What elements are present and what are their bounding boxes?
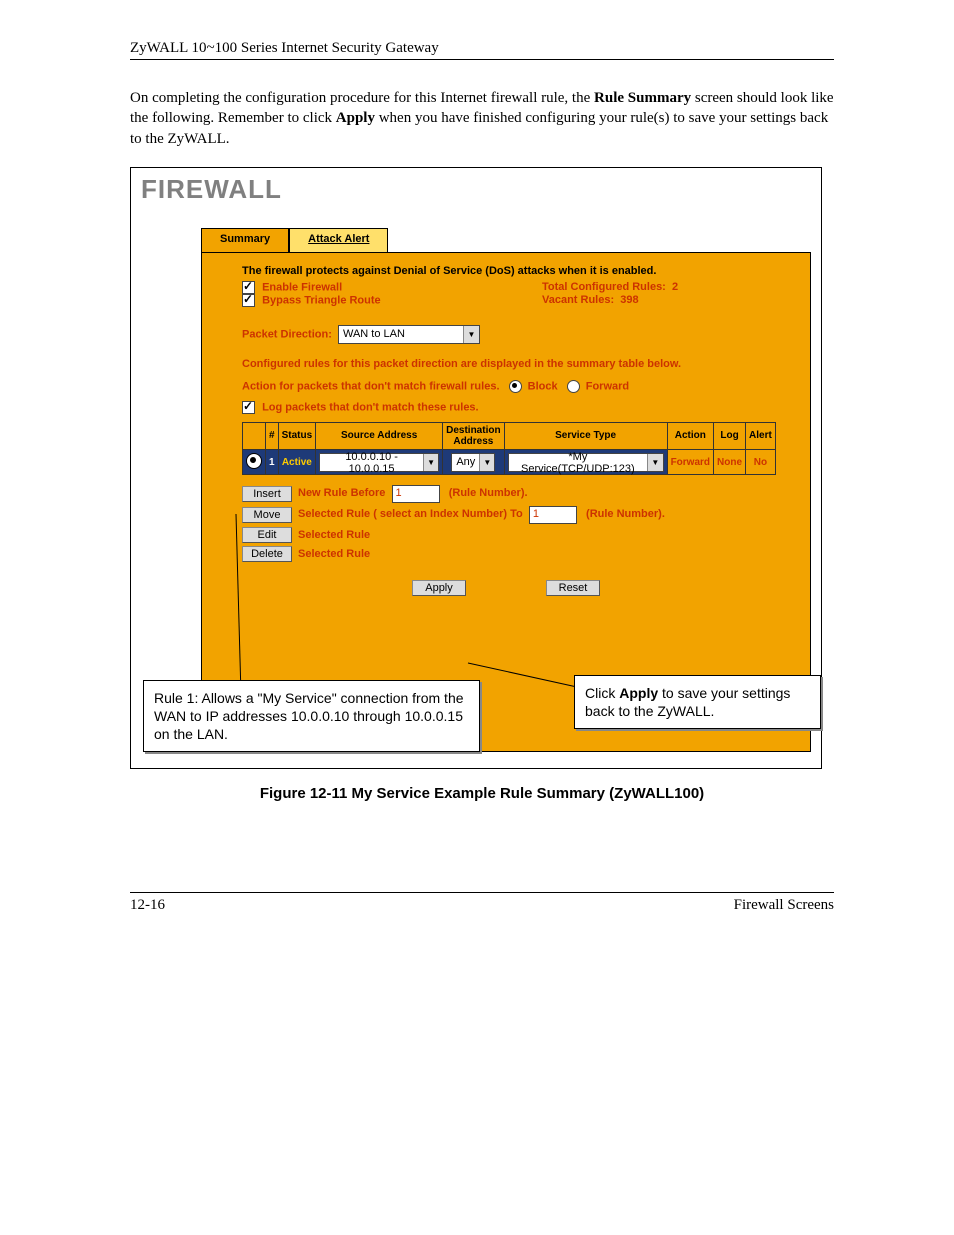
cell-action: Forward: [667, 449, 713, 475]
th-status: Status: [278, 422, 316, 449]
cell-status: Active: [278, 449, 316, 475]
radio-block-label: Block: [528, 380, 558, 392]
th-source: Source Address: [316, 422, 443, 449]
page-footer: 12-16 Firewall Screens: [130, 892, 834, 914]
chevron-down-icon: ▼: [647, 454, 662, 471]
move-rule-number-input[interactable]: 1: [529, 506, 577, 524]
rule-direction-text: Configured rules for this packet directi…: [242, 358, 770, 370]
tab-summary[interactable]: Summary: [201, 228, 289, 252]
insert-suffix: (Rule Number).: [449, 487, 528, 499]
footer-section: Firewall Screens: [734, 897, 834, 914]
bypass-triangle-label: Bypass Triangle Route: [262, 294, 381, 306]
running-head: ZyWALL 10~100 Series Internet Security G…: [130, 40, 834, 60]
radio-forward[interactable]: [567, 380, 580, 393]
radio-forward-label: Forward: [586, 380, 629, 392]
lead-b2: Apply: [336, 110, 375, 126]
cell-source: 10.0.0.10 - 10.0.0.15: [320, 451, 423, 475]
action-nomatch-label: Action for packets that don't match fire…: [242, 380, 500, 392]
radio-block[interactable]: [509, 380, 522, 393]
move-button[interactable]: Move: [242, 507, 292, 523]
packet-direction-select[interactable]: WAN to LAN ▼: [338, 325, 480, 344]
source-address-select[interactable]: 10.0.0.10 - 10.0.0.15 ▼: [319, 453, 439, 472]
callout-apply-b: Apply: [619, 685, 658, 701]
firewall-screenshot: FIREWALL Summary Attack Alert The firewa…: [130, 167, 822, 769]
cell-alert: No: [746, 449, 776, 475]
delete-label: Selected Rule: [298, 548, 770, 560]
page-number: 12-16: [130, 897, 165, 914]
callout-apply-a: Click: [585, 685, 619, 701]
table-row[interactable]: 1 Active 10.0.0.10 - 10.0.0.15 ▼ Any ▼: [243, 449, 776, 475]
edit-label: Selected Rule: [298, 529, 770, 541]
log-nomatch-label: Log packets that don't match these rules…: [262, 401, 479, 413]
log-nomatch-checkbox[interactable]: [242, 401, 255, 414]
service-type-select[interactable]: *My Service(TCP/UDP:123) ▼: [508, 453, 664, 472]
bypass-triangle-checkbox[interactable]: [242, 294, 255, 307]
lead-paragraph: On completing the configuration procedur…: [130, 88, 834, 149]
lead-t1: On completing the configuration procedur…: [130, 90, 594, 106]
th-number: #: [266, 422, 279, 449]
firewall-heading: FIREWALL: [141, 176, 282, 202]
enable-firewall-label: Enable Firewall: [262, 281, 342, 293]
th-log: Log: [714, 422, 746, 449]
move-suffix: (Rule Number).: [586, 508, 665, 520]
packet-direction-value: WAN to LAN: [339, 328, 409, 340]
chevron-down-icon: ▼: [479, 454, 494, 471]
move-label: Selected Rule ( select an Index Number) …: [298, 508, 523, 520]
cell-service: *My Service(TCP/UDP:123): [509, 451, 648, 475]
cell-log: None: [714, 449, 746, 475]
chevron-down-icon: ▼: [463, 326, 479, 343]
lead-b1: Rule Summary: [594, 90, 691, 106]
callout-apply: Click Apply to save your settings back t…: [574, 675, 821, 729]
cell-number: 1: [266, 449, 279, 475]
insert-button[interactable]: Insert: [242, 486, 292, 502]
edit-button[interactable]: Edit: [242, 527, 292, 543]
figure-caption: Figure 12-11 My Service Example Rule Sum…: [130, 785, 834, 802]
vacant-rules-value: 398: [620, 294, 638, 306]
th-service: Service Type: [504, 422, 667, 449]
insert-label: New Rule Before: [298, 487, 385, 499]
total-rules-value: 2: [672, 281, 678, 293]
packet-direction-label: Packet Direction:: [242, 328, 332, 340]
apply-button[interactable]: Apply: [412, 580, 466, 596]
tab-bar: Summary Attack Alert: [201, 228, 388, 252]
total-rules-label: Total Configured Rules:: [542, 281, 666, 293]
row-select-radio[interactable]: [246, 453, 262, 469]
insert-rule-number-input[interactable]: 1: [392, 485, 440, 503]
callout-rule1: Rule 1: Allows a "My Service" connection…: [143, 680, 480, 753]
reset-button[interactable]: Reset: [546, 580, 600, 596]
th-alert: Alert: [746, 422, 776, 449]
cell-dest: Any: [452, 456, 479, 468]
th-action: Action: [667, 422, 713, 449]
rule-table: # Status Source Address Destination Addr…: [242, 422, 776, 476]
dest-address-select[interactable]: Any ▼: [451, 453, 495, 472]
delete-button[interactable]: Delete: [242, 546, 292, 562]
th-dest: Destination Address: [443, 422, 504, 449]
intro-text: The firewall protects against Denial of …: [242, 265, 770, 277]
chevron-down-icon: ▼: [423, 454, 438, 471]
tab-attack-alert[interactable]: Attack Alert: [289, 228, 388, 252]
vacant-rules-label: Vacant Rules:: [542, 294, 614, 306]
